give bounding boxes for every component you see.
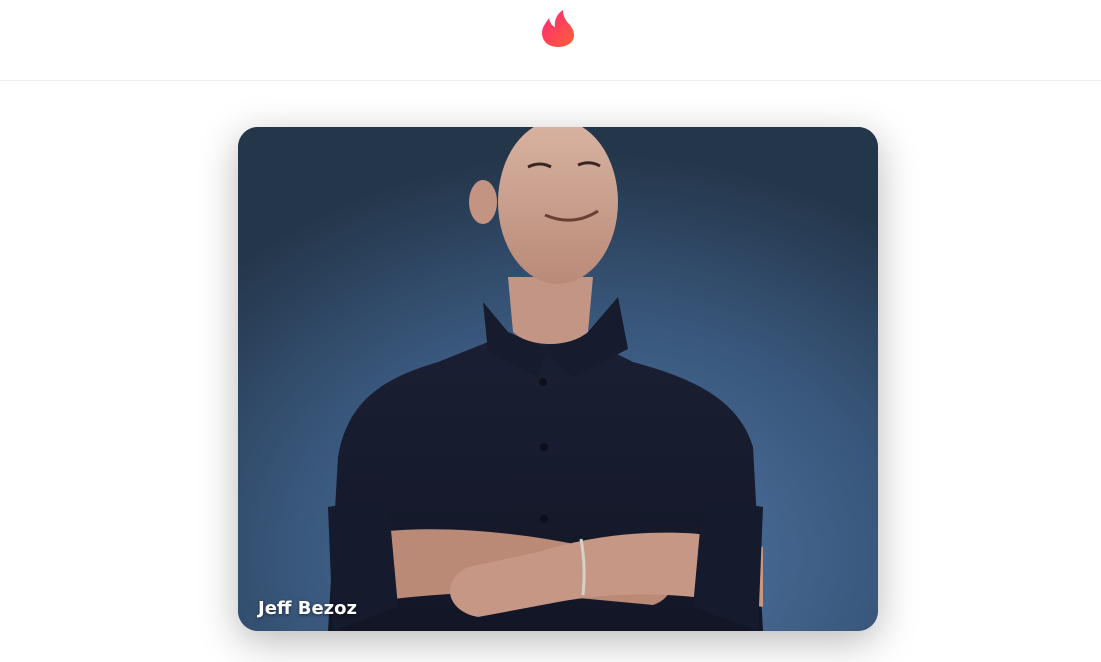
profile-name: Jeff Bezoz: [258, 598, 357, 619]
app-header: [0, 0, 1101, 81]
flame-icon[interactable]: [539, 9, 577, 49]
profile-photo: [238, 127, 878, 631]
profile-card[interactable]: Jeff Bezoz: [238, 127, 878, 631]
